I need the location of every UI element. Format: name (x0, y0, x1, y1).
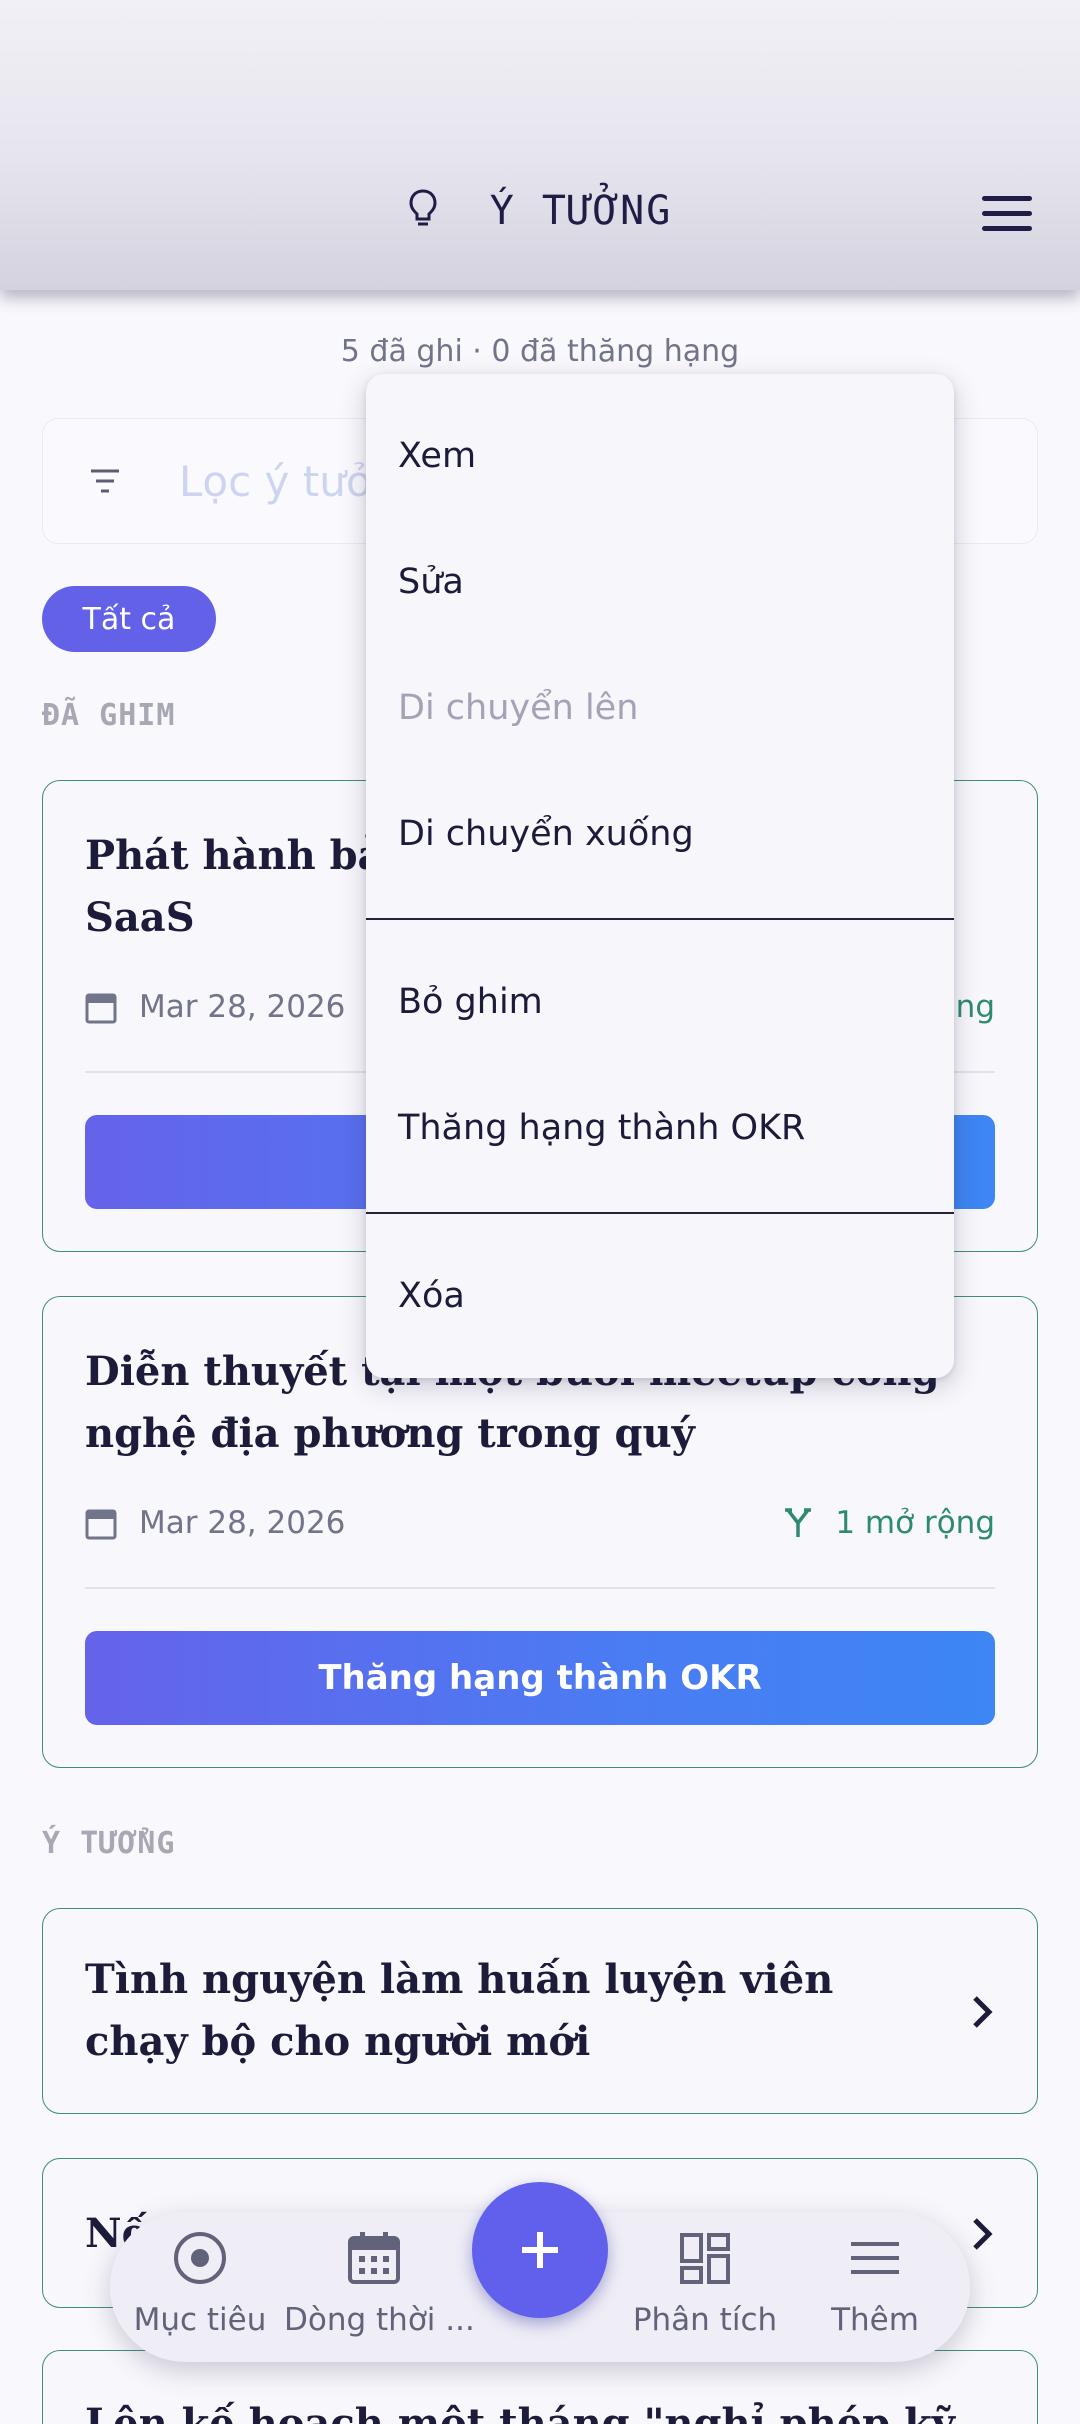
card-date: Mar 28, 2026 (85, 1505, 345, 1541)
menu-item-delete[interactable]: Xóa (398, 1276, 465, 1316)
menu-item-view[interactable]: Xem (398, 436, 476, 476)
menu-item-promote-okr[interactable]: Thăng hạng thành OKR (398, 1108, 805, 1148)
dashboard-icon (680, 2233, 730, 2284)
card-divider (85, 1587, 995, 1589)
menu-item-edit[interactable]: Sửa (398, 562, 464, 602)
card-title: Tình nguyện làm huấn luyện viên chạy bộ … (85, 1956, 834, 2065)
nav-item-more[interactable]: Thêm (785, 2230, 965, 2338)
menu-item-move-up: Di chuyển lên (398, 688, 639, 728)
filter-icon (91, 469, 119, 493)
card-expansions-text: 1 mở rộng (835, 1505, 995, 1541)
card-expansions: 1 mở rộng (783, 1505, 995, 1541)
hamburger-menu-icon[interactable] (982, 196, 1032, 234)
calendar-icon (348, 2232, 400, 2284)
menu-divider (366, 918, 954, 920)
promote-okr-button[interactable]: Thăng hạng thành OKR (85, 1631, 995, 1725)
page-title: Ý TƯỞNG (489, 188, 673, 234)
chevron-right-icon (973, 1996, 993, 2028)
nav-label: Phân tích (632, 2302, 778, 2338)
nav-label: Dòng thời ... (284, 2302, 475, 2338)
section-label-ideas: Ý TƯỞNG (42, 1826, 176, 1861)
top-app-bar: Ý TƯỞNG (0, 0, 1080, 290)
filter-placeholder: Lọc ý tưở (179, 457, 372, 506)
card-date-text: Mar 28, 2026 (139, 1505, 346, 1541)
nav-label: Thêm (831, 2302, 919, 2338)
nav-item-goals[interactable]: Mục tiêu (110, 2230, 290, 2338)
nav-item-timeline[interactable]: Dòng thời ... (284, 2230, 475, 2338)
nav-item-analytics[interactable]: Phân tích (615, 2230, 795, 2338)
context-menu: Xem Sửa Di chuyển lên Di chuyển xuống Bỏ… (366, 374, 954, 1378)
card-title: Lên kế hoạch một tháng "nghỉ phép kỹ (85, 2400, 956, 2424)
menu-icon (851, 2242, 899, 2274)
add-button[interactable] (472, 2182, 608, 2318)
lightbulb-icon (409, 189, 437, 226)
menu-item-move-down[interactable]: Di chuyển xuống (398, 814, 694, 854)
target-icon (174, 2232, 226, 2284)
chip-all[interactable]: Tất cả (42, 586, 216, 652)
idea-card[interactable]: Tình nguyện làm huấn luyện viên chạy bộ … (42, 1908, 1038, 2114)
section-label-pinned: ĐÃ GHIM (42, 698, 176, 733)
card-date: Mar 28, 2026 (85, 989, 345, 1025)
card-date-text: Mar 28, 2026 (139, 989, 346, 1025)
plus-icon (522, 2232, 558, 2268)
stats-summary: 5 đã ghi · 0 đã thăng hạng (340, 334, 740, 369)
menu-divider (366, 1212, 954, 1214)
menu-item-unpin[interactable]: Bỏ ghim (398, 982, 543, 1022)
chevron-right-icon (973, 2218, 993, 2250)
fork-icon (785, 1508, 812, 1537)
calendar-icon (85, 1509, 117, 1540)
nav-label: Mục tiêu (133, 2302, 267, 2338)
calendar-icon (85, 993, 117, 1024)
page-title-row: Ý TƯỞNG (0, 188, 1080, 234)
